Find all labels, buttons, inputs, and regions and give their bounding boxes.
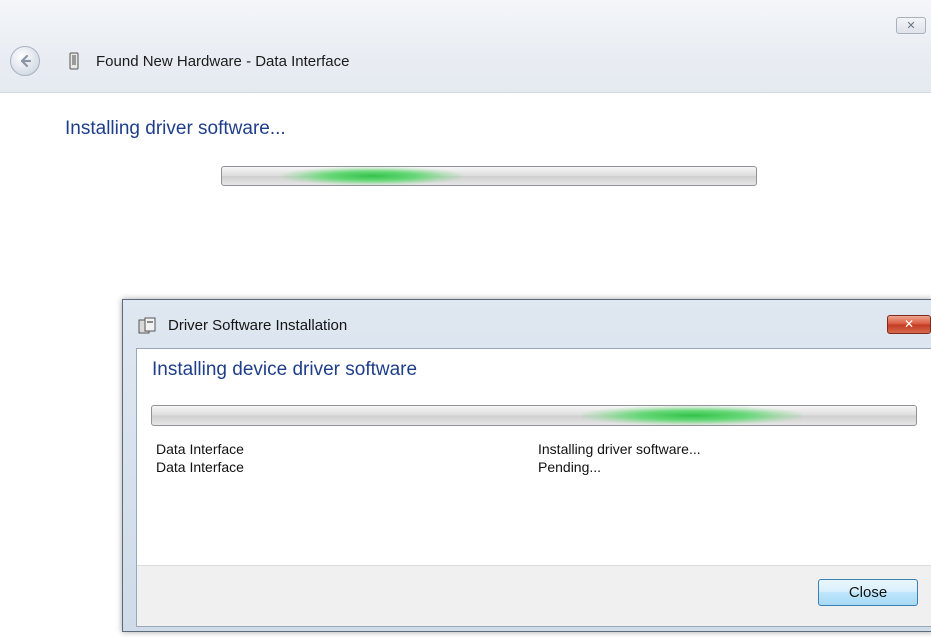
wizard-title-area bbox=[0, 0, 931, 93]
dialog-titlebar[interactable]: Driver Software Installation ✕ bbox=[123, 300, 931, 348]
wizard-heading: Installing driver software... bbox=[65, 118, 286, 139]
dialog-title: Driver Software Installation bbox=[168, 317, 348, 334]
dialog-close-button[interactable]: ✕ bbox=[887, 315, 931, 334]
wizard-progress-bar bbox=[221, 166, 757, 186]
driver-package-icon bbox=[138, 317, 156, 334]
wizard-title: Found New Hardware - Data Interface bbox=[96, 53, 350, 70]
device-row: Data Interface Installing driver softwar… bbox=[156, 441, 916, 459]
close-icon: ✕ bbox=[903, 317, 915, 331]
progress-marquee bbox=[282, 167, 462, 185]
back-button[interactable] bbox=[10, 46, 40, 76]
device-status: Pending... bbox=[538, 459, 602, 475]
device-name: Data Interface bbox=[156, 459, 244, 475]
close-icon: ✕ bbox=[906, 19, 916, 32]
progress-marquee bbox=[582, 406, 802, 425]
dialog-heading: Installing device driver software bbox=[152, 359, 418, 380]
device-status: Installing driver software... bbox=[538, 441, 701, 457]
device-row: Data Interface Pending... bbox=[156, 459, 916, 477]
device-name: Data Interface bbox=[156, 441, 244, 457]
driver-install-dialog: Driver Software Installation ✕ Installin… bbox=[122, 299, 931, 632]
close-button[interactable]: Close bbox=[818, 579, 918, 606]
back-arrow-icon bbox=[20, 54, 32, 68]
dialog-content: Installing device driver software Data I… bbox=[136, 348, 931, 627]
usb-device-icon bbox=[69, 52, 79, 70]
dialog-progress-bar bbox=[151, 405, 917, 426]
dialog-footer: Close bbox=[137, 565, 931, 626]
screen: ✕ Found New Hardware - Data Interface In… bbox=[0, 0, 931, 637]
wizard-close-button[interactable]: ✕ bbox=[896, 17, 926, 34]
